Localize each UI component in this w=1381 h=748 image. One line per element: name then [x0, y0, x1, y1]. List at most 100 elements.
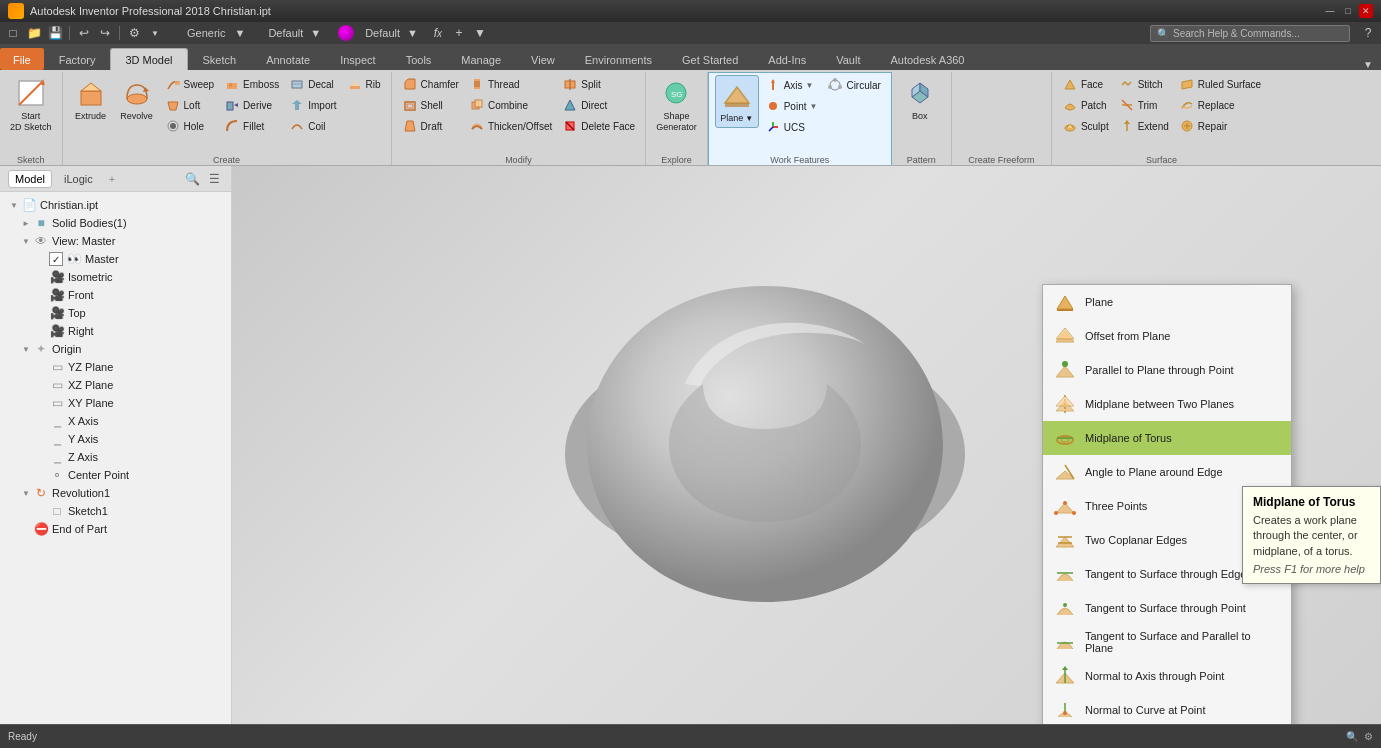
generic-dropdown[interactable]: ▼	[146, 24, 164, 42]
axis-button[interactable]: Axis ▼	[761, 75, 822, 95]
tree-checkbox-master[interactable]: ✓	[49, 252, 63, 266]
dd-tangent-parallel[interactable]: Tangent to Surface and Parallel to Plane	[1043, 625, 1291, 659]
coil-button[interactable]: Coil	[285, 116, 340, 136]
color-swatch[interactable]	[338, 25, 354, 41]
emboss-button[interactable]: A Emboss	[220, 74, 283, 94]
direct-button[interactable]: Direct	[558, 95, 639, 115]
sidebar-tab-plus[interactable]: +	[109, 173, 115, 185]
replace-button[interactable]: Replace	[1175, 95, 1265, 115]
tree-yz-plane[interactable]: ▭ YZ Plane	[0, 358, 231, 376]
tab-factory[interactable]: Factory	[44, 48, 111, 70]
maximize-button[interactable]: □	[1341, 4, 1355, 18]
ruled-surface-button[interactable]: Ruled Surface	[1175, 74, 1265, 94]
box-button[interactable]: Box	[898, 74, 942, 125]
import-button[interactable]: Import	[285, 95, 340, 115]
loft-button[interactable]: Loft	[161, 95, 219, 115]
draft-button[interactable]: Draft	[398, 116, 463, 136]
dd-tangent-point[interactable]: Tangent to Surface through Point	[1043, 591, 1291, 625]
more-button[interactable]: ▼	[471, 24, 489, 42]
tree-sketch1[interactable]: □ Sketch1	[0, 502, 231, 520]
tab-addins[interactable]: Add-Ins	[753, 48, 821, 70]
tab-annotate[interactable]: Annotate	[251, 48, 325, 70]
tree-master[interactable]: ✓ 👀 Master	[0, 250, 231, 268]
settings-icon[interactable]: ⚙	[1364, 731, 1373, 742]
tree-christian[interactable]: ▼ 📄 Christian.ipt	[0, 196, 231, 214]
thread-button[interactable]: Thread	[465, 74, 556, 94]
tab-tools[interactable]: Tools	[391, 48, 447, 70]
tab-environments[interactable]: Environments	[570, 48, 667, 70]
dd-normal-axis[interactable]: Normal to Axis through Point	[1043, 659, 1291, 693]
tab-view[interactable]: View	[516, 48, 570, 70]
tree-revolution1[interactable]: ▼ ↻ Revolution1	[0, 484, 231, 502]
tree-xz-plane[interactable]: ▭ XZ Plane	[0, 376, 231, 394]
generic-dd-btn[interactable]: ▼	[235, 27, 246, 39]
tree-z-axis[interactable]: ⎯ Z Axis	[0, 448, 231, 466]
tab-sketch[interactable]: Sketch	[188, 48, 252, 70]
stitch-button[interactable]: Stitch	[1115, 74, 1173, 94]
3d-viewport[interactable]: Plane Offset from Plane	[232, 166, 1381, 724]
tab-inspect[interactable]: Inspect	[325, 48, 390, 70]
extend-button[interactable]: Extend	[1115, 116, 1173, 136]
minimize-button[interactable]: —	[1323, 4, 1337, 18]
decal-button[interactable]: Decal	[285, 74, 340, 94]
search-bar[interactable]: 🔍 Search Help & Commands...	[1150, 25, 1350, 42]
face-button[interactable]: Face	[1058, 74, 1113, 94]
revolve-button[interactable]: Revolve	[115, 74, 159, 125]
properties-button[interactable]: ⚙	[125, 24, 143, 42]
default2-dd-btn[interactable]: ▼	[407, 27, 418, 39]
tree-right[interactable]: 🎥 Right	[0, 322, 231, 340]
tree-origin[interactable]: ▼ ✦ Origin	[0, 340, 231, 358]
default-dd-btn[interactable]: ▼	[310, 27, 321, 39]
delete-face-button[interactable]: Delete Face	[558, 116, 639, 136]
thicken-button[interactable]: Thicken/Offset	[465, 116, 556, 136]
split-button[interactable]: Split	[558, 74, 639, 94]
tree-front[interactable]: 🎥 Front	[0, 286, 231, 304]
tree-x-axis[interactable]: ⎯ X Axis	[0, 412, 231, 430]
extrude-button[interactable]: Extrude	[69, 74, 113, 125]
tab-get-started[interactable]: Get Started	[667, 48, 753, 70]
chamfer-button[interactable]: Chamfer	[398, 74, 463, 94]
redo-button[interactable]: ↪	[96, 24, 114, 42]
derive-button[interactable]: Derive	[220, 95, 283, 115]
patch-button[interactable]: Patch	[1058, 95, 1113, 115]
fx-button[interactable]: fx	[429, 24, 447, 42]
combine-button[interactable]: Combine	[465, 95, 556, 115]
sidebar-menu-btn[interactable]: ☰	[205, 170, 223, 188]
start-sketch-button[interactable]: Start2D Sketch	[6, 74, 56, 136]
tab-vault[interactable]: Vault	[821, 48, 875, 70]
trim-button[interactable]: Trim	[1115, 95, 1173, 115]
dd-angle-plane[interactable]: Angle to Plane around Edge	[1043, 455, 1291, 489]
help-button[interactable]: ?	[1359, 24, 1377, 42]
undo-button[interactable]: ↩	[75, 24, 93, 42]
tree-y-axis[interactable]: ⎯ Y Axis	[0, 430, 231, 448]
plane-button[interactable]: Plane ▼	[715, 75, 759, 128]
tab-manage[interactable]: Manage	[446, 48, 516, 70]
shell-button[interactable]: Shell	[398, 95, 463, 115]
dd-midplane-two[interactable]: Midplane between Two Planes	[1043, 387, 1291, 421]
tree-end-of-part[interactable]: ⛔ End of Part	[0, 520, 231, 538]
tab-a360[interactable]: Autodesk A360	[875, 48, 979, 70]
fillet-button[interactable]: Fillet	[220, 116, 283, 136]
zoom-icon[interactable]: 🔍	[1346, 731, 1358, 742]
hole-button[interactable]: Hole	[161, 116, 219, 136]
close-button[interactable]: ✕	[1359, 4, 1373, 18]
tree-view-master[interactable]: ▼ 👁 View: Master	[0, 232, 231, 250]
rib-button[interactable]: Rib	[343, 74, 385, 94]
tab-model[interactable]: Model	[8, 170, 52, 188]
shape-generator-button[interactable]: SG ShapeGenerator	[652, 74, 701, 136]
sidebar-search-btn[interactable]: 🔍	[183, 170, 201, 188]
dd-offset-plane[interactable]: Offset from Plane	[1043, 319, 1291, 353]
tab-ilogic[interactable]: iLogic	[58, 171, 99, 187]
circular-button[interactable]: Circular	[823, 75, 884, 95]
add-button[interactable]: +	[450, 24, 468, 42]
dd-plane[interactable]: Plane	[1043, 285, 1291, 319]
tab-file[interactable]: File	[0, 48, 44, 70]
repair-button[interactable]: Repair	[1175, 116, 1265, 136]
point-button[interactable]: Point ▼	[761, 96, 822, 116]
dd-normal-curve[interactable]: Normal to Curve at Point	[1043, 693, 1291, 724]
save-button[interactable]: 💾	[46, 24, 64, 42]
tree-top[interactable]: 🎥 Top	[0, 304, 231, 322]
tree-xy-plane[interactable]: ▭ XY Plane	[0, 394, 231, 412]
new-button[interactable]: □	[4, 24, 22, 42]
tree-isometric[interactable]: 🎥 Isometric	[0, 268, 231, 286]
